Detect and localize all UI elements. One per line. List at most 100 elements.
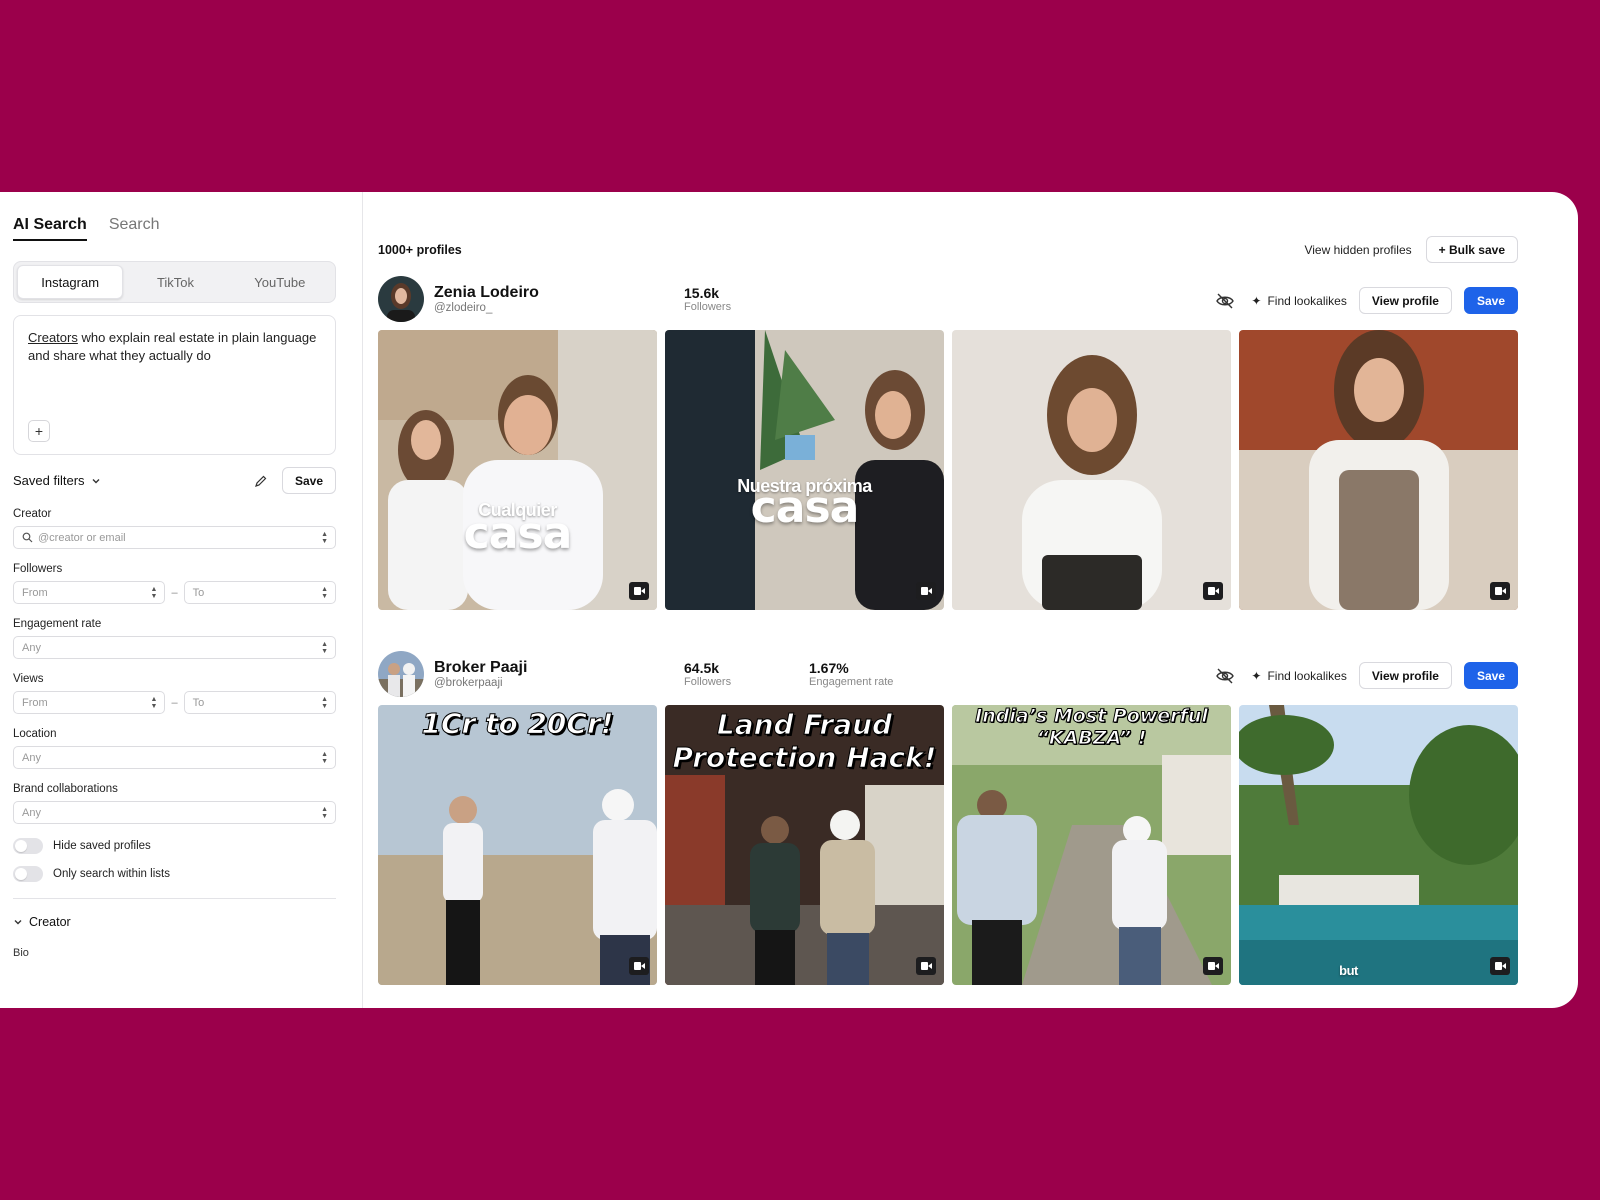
video-icon <box>1203 582 1223 600</box>
views-filter: Views From ▲ ▼ – To ▲ ▼ <box>13 673 336 714</box>
tab-ai-search[interactable]: AI Search <box>13 216 87 241</box>
plus-icon: + <box>34 423 44 439</box>
divider <box>13 898 336 899</box>
profile-handle: @brokerpaaji <box>434 677 503 689</box>
mode-tabs: AI Search Search <box>13 216 336 241</box>
hide-profile-icon[interactable] <box>1215 291 1235 311</box>
pencil-icon[interactable] <box>254 474 268 488</box>
location-filter: Location Any ▲ ▼ <box>13 728 336 769</box>
tab-search[interactable]: Search <box>109 216 160 241</box>
engagement-select[interactable]: Any ▲ ▼ <box>13 636 336 659</box>
profile-header: Broker Paaji @brokerpaaji 64.5k Follower… <box>378 650 1518 698</box>
creator-filter: Creator @creator or email ▲ ▼ <box>13 508 336 549</box>
overlay-line-2: “KABZA” ! <box>1036 727 1147 750</box>
within-lists-toggle[interactable] <box>13 866 43 882</box>
updown-icon: ▲ ▼ <box>150 586 158 600</box>
video-icon <box>1490 582 1510 600</box>
hide-saved-toggle[interactable] <box>13 838 43 854</box>
search-icon <box>22 532 33 543</box>
brand-filter: Brand collaborations Any ▲ ▼ <box>13 783 336 824</box>
location-value: Any <box>22 751 41 764</box>
followers-value: 15.6k <box>684 284 720 301</box>
updown-icon: ▲ ▼ <box>321 806 328 820</box>
followers-from-placeholder: From <box>22 586 48 599</box>
bio-label: Bio <box>13 947 29 959</box>
find-lookalikes-button[interactable]: ✦ Find lookalikes <box>1251 294 1346 308</box>
views-from-input[interactable]: From ▲ ▼ <box>13 691 166 714</box>
followers-label: Followers <box>13 563 63 575</box>
add-attachment-button[interactable]: + <box>28 420 50 442</box>
view-hidden-profiles-link[interactable]: View hidden profiles <box>1304 243 1411 257</box>
video-icon <box>629 957 649 975</box>
platform-switcher: Instagram TikTok YouTube <box>13 261 336 303</box>
bulk-save-button[interactable]: + Bulk save <box>1425 236 1518 263</box>
views-label: Views <box>13 673 44 685</box>
overlay-caption-big: casa <box>750 482 860 533</box>
results-panel: 1000+ profiles View hidden profiles + Bu… <box>363 192 1578 1008</box>
creator-filter-label: Creator <box>13 508 52 520</box>
profile-name[interactable]: Broker Paaji <box>434 659 684 677</box>
hide-profile-icon[interactable] <box>1215 666 1235 686</box>
followers-from-input[interactable]: From ▲ ▼ <box>13 581 166 604</box>
views-to-input[interactable]: To ▲ ▼ <box>183 691 336 714</box>
app-window: AI Search Search Instagram TikTok YouTub… <box>0 192 1578 1008</box>
engagement-value: Any <box>22 641 41 654</box>
view-profile-button[interactable]: View profile <box>1358 287 1452 314</box>
followers-to-placeholder: To <box>192 586 205 599</box>
results-toolbar: 1000+ profiles View hidden profiles + Bu… <box>378 236 1518 263</box>
updown-icon: ▲ ▼ <box>321 586 328 600</box>
updown-icon: ▲ ▼ <box>321 531 328 545</box>
post-thumbnail[interactable]: 1Cr to 20Cr! <box>378 705 657 985</box>
profile-name[interactable]: Zenia Lodeiro <box>434 284 684 302</box>
post-thumbnail[interactable]: India’s Most Powerful “KABZA” ! <box>952 705 1231 985</box>
profile-handle: @zlodeiro_ <box>434 302 493 314</box>
ai-prompt-input[interactable]: Creators who explain real estate in plai… <box>13 315 336 455</box>
brand-select[interactable]: Any ▲ ▼ <box>13 801 336 824</box>
saved-filters-label: Saved filters <box>13 473 85 488</box>
find-lookalikes-label: Find lookalikes <box>1267 668 1347 683</box>
post-thumbnail[interactable] <box>952 330 1231 610</box>
platform-instagram[interactable]: Instagram <box>17 265 124 299</box>
platform-tiktok[interactable]: TikTok <box>123 265 227 299</box>
save-filters-button[interactable]: Save <box>281 467 336 494</box>
followers-filter: Followers From ▲ ▼ – To ▲ ▼ <box>13 563 336 604</box>
view-profile-button[interactable]: View profile <box>1358 662 1452 689</box>
post-thumbnail[interactable]: but <box>1239 705 1518 985</box>
creator-search-input[interactable]: @creator or email ▲ ▼ <box>13 526 336 549</box>
prompt-highlight: Creators <box>28 330 78 345</box>
updown-icon: ▲ ▼ <box>321 751 328 765</box>
creator-placeholder: @creator or email <box>38 531 126 544</box>
video-icon <box>916 582 936 600</box>
save-profile-button[interactable]: Save <box>1463 287 1518 314</box>
range-dash: – <box>171 696 178 709</box>
overlay-caption: but <box>1339 963 1358 978</box>
video-icon <box>1490 957 1510 975</box>
results-count: 1000+ profiles <box>378 242 462 257</box>
post-thumbnail[interactable] <box>1239 330 1518 610</box>
filter-sidebar: AI Search Search Instagram TikTok YouTub… <box>0 192 363 1008</box>
chevron-down-icon <box>14 920 22 925</box>
save-profile-button[interactable]: Save <box>1463 662 1518 689</box>
hide-saved-label: Hide saved profiles <box>53 840 151 852</box>
post-thumbnail[interactable]: Nuestra próxima casa <box>665 330 944 610</box>
location-select[interactable]: Any ▲ ▼ <box>13 746 336 769</box>
find-lookalikes-button[interactable]: ✦ Find lookalikes <box>1251 669 1346 683</box>
followers-label: Followers <box>684 300 732 313</box>
saved-filters-dropdown[interactable]: Saved filters <box>13 473 101 488</box>
video-icon <box>916 957 936 975</box>
brand-label: Brand collaborations <box>13 783 118 795</box>
range-dash: – <box>171 586 178 599</box>
avatar[interactable] <box>378 651 424 697</box>
followers-to-input[interactable]: To ▲ ▼ <box>183 581 336 604</box>
profile-header: Zenia Lodeiro @zlodeiro_ 15.6k Followers… <box>378 275 1518 323</box>
post-thumbnail[interactable]: Land Fraud Protection Hack! <box>665 705 944 985</box>
location-label: Location <box>13 728 57 740</box>
platform-youtube[interactable]: YouTube <box>228 265 332 299</box>
post-thumbnail[interactable]: Cualquier casa <box>378 330 657 610</box>
creator-section-label: Creator <box>29 915 71 929</box>
avatar[interactable] <box>378 276 424 322</box>
engagement-filter: Engagement rate Any ▲ ▼ <box>13 618 336 659</box>
creator-section-toggle[interactable]: Creator <box>13 915 336 929</box>
engagement-stat: 1.67% Engagement rate <box>809 660 934 688</box>
prompt-text: Creators who explain real estate in plai… <box>28 329 321 365</box>
